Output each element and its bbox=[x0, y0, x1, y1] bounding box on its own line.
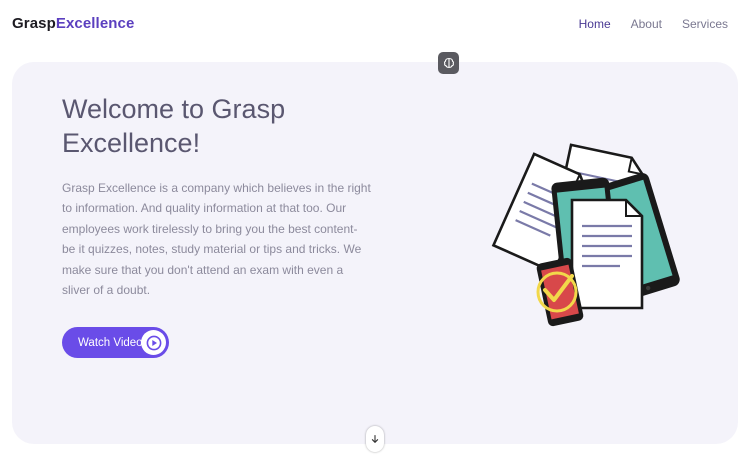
play-icon bbox=[141, 330, 166, 355]
brand-name-part2: Excellence bbox=[55, 15, 135, 32]
brain-icon-glyph bbox=[443, 57, 454, 68]
front-document bbox=[570, 198, 644, 310]
nav-links: Home About Services bbox=[579, 17, 728, 31]
brain-icon[interactable] bbox=[438, 52, 459, 74]
play-icon-glyph bbox=[146, 335, 161, 350]
watch-video-label: Watch Video bbox=[78, 336, 143, 349]
documents-devices-illustration bbox=[491, 143, 680, 327]
watch-video-button[interactable]: Watch Video bbox=[62, 327, 169, 358]
hero-title: Welcome to Grasp Excellence! bbox=[62, 94, 286, 158]
hero-description: Grasp Excellence is a company which beli… bbox=[62, 181, 371, 298]
brand-name-part1: Grasp bbox=[12, 15, 56, 32]
nav-link-home[interactable]: Home bbox=[579, 17, 611, 31]
arrow-down-icon[interactable] bbox=[366, 426, 384, 452]
nav-link-about[interactable]: About bbox=[631, 17, 662, 31]
brand-logo[interactable]: GraspExcellence bbox=[12, 15, 134, 32]
top-navbar: GraspExcellence Home About Services bbox=[0, 0, 748, 50]
nav-link-services[interactable]: Services bbox=[682, 17, 728, 31]
arrow-down-icon-glyph bbox=[371, 434, 379, 443]
